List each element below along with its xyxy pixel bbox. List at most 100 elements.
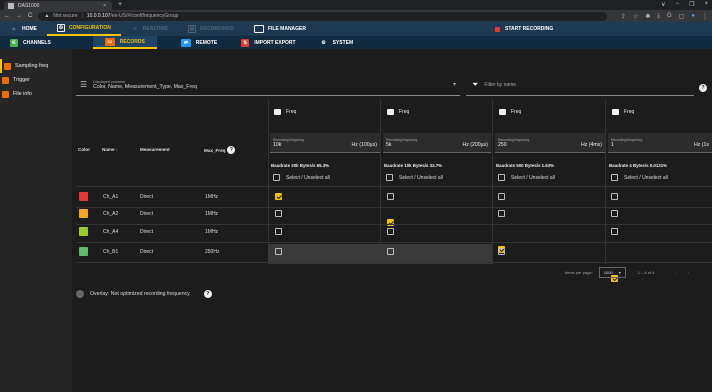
filter-field[interactable]: ⏷ Filter by name: [466, 74, 694, 96]
tab-favicon: [8, 2, 14, 9]
channel-freq-checkbox[interactable]: [387, 193, 394, 200]
download-icon[interactable]: ⤓: [657, 13, 660, 20]
channel-freq-checkbox[interactable]: [275, 193, 282, 200]
menu-icon[interactable]: ⋮: [702, 13, 708, 20]
maximize-button[interactable]: ❐: [689, 1, 694, 8]
back-icon[interactable]: ←: [4, 13, 10, 19]
google-icon[interactable]: G: [667, 13, 672, 20]
channel-color-swatch[interactable]: [79, 209, 88, 218]
reload-icon[interactable]: C: [28, 13, 32, 19]
browser-tab[interactable]: DAS1000 ×: [4, 1, 112, 10]
select-all-checkbox[interactable]: [498, 174, 505, 181]
channels-icon: ⚟: [10, 38, 18, 47]
freq-group-title: Freq: [274, 109, 296, 115]
channel-freq-checkbox[interactable]: [611, 228, 618, 235]
tab-channels[interactable]: ⚟ CHANNELS: [0, 36, 63, 49]
select-all-checkbox[interactable]: [273, 174, 280, 181]
channel-color-swatch[interactable]: [79, 247, 88, 256]
recording-frequency-field[interactable]: Recording frequency 10k Hz (100µs): [270, 133, 380, 153]
overlay-dot[interactable]: [76, 290, 84, 298]
recording-frequency-field[interactable]: Recording frequency 5k Hz (200µs): [383, 133, 491, 153]
sidebar-item-file-info[interactable]: File info: [0, 87, 72, 101]
next-page-icon[interactable]: ›: [688, 270, 689, 275]
tab-import-export[interactable]: ⇅ IMPORT EXPORT: [229, 36, 307, 49]
url-field[interactable]: ▲ Not secure | 10.0.0.107/en-US/#/conf/f…: [38, 11, 607, 21]
tab-search-icon[interactable]: ∨: [661, 1, 665, 8]
max-freq-help-icon[interactable]: ?: [227, 146, 236, 154]
select-all-label: Select / Unselect all: [511, 174, 555, 181]
header-name[interactable]: Name ↑: [102, 147, 118, 152]
config-sub-nav: ⚟ CHANNELS ▭ RECORDS ⇄ REMOTE ⇅ IMPORT E…: [0, 36, 712, 49]
channel-max-freq: 1MHz: [205, 211, 219, 217]
sidepanel-icon[interactable]: ▢: [679, 13, 685, 20]
freq-icon: [499, 109, 506, 115]
channel-color-swatch[interactable]: [79, 192, 88, 201]
items-per-page-select[interactable]: 1000 ▾: [598, 267, 626, 278]
nav-home-label: HOME: [22, 26, 37, 32]
select-all-toggle[interactable]: Select / Unselect all: [386, 174, 443, 181]
channel-freq-checkbox[interactable]: [611, 210, 618, 217]
overlay-help-icon[interactable]: ?: [203, 290, 212, 298]
nav-home[interactable]: ⌂ HOME: [0, 22, 47, 36]
minimize-button[interactable]: −: [676, 1, 680, 8]
nav-configuration-label: CONFIGURATION: [69, 25, 111, 31]
url-host: 10.0.0.107: [86, 13, 111, 19]
sidebar-item-sampling-freq[interactable]: Sampling freq: [0, 59, 72, 73]
select-all-checkbox[interactable]: [611, 174, 618, 181]
recording-frequency-field[interactable]: Recording frequency 1 Hz (1s: [608, 133, 712, 153]
sidebar-item-trigger[interactable]: Trigger: [0, 73, 72, 87]
header-measurement[interactable]: Measurement: [140, 147, 170, 152]
recording-frequency-value: 1: [611, 141, 614, 148]
displayed-columns-select[interactable]: ☰ Displayed columns Color, Name, Measure…: [76, 74, 460, 96]
start-recording-button[interactable]: START RECORDING: [495, 22, 553, 36]
prev-page-icon[interactable]: ‹: [674, 270, 675, 275]
nav-configuration[interactable]: ⚙ CONFIGURATION: [47, 22, 121, 36]
select-all-toggle[interactable]: Select / Unselect all: [498, 174, 555, 181]
close-window-button[interactable]: ×: [704, 1, 708, 8]
channel-freq-checkbox[interactable]: [275, 228, 282, 235]
star-icon[interactable]: ☆: [633, 13, 638, 20]
channel-measurement: Direct: [140, 249, 154, 255]
row-divider: [76, 207, 712, 208]
header-max-freq[interactable]: Max_Freq?: [204, 146, 236, 154]
tab-records[interactable]: ▭ RECORDS: [92, 36, 157, 49]
tab-close-icon[interactable]: ×: [103, 3, 106, 9]
nav-file-manager[interactable]: FILE MANAGER: [244, 22, 316, 36]
filter-input[interactable]: Filter by name: [484, 82, 516, 88]
help-icon[interactable]: ?: [699, 84, 707, 92]
channel-freq-checkbox[interactable]: [275, 248, 282, 255]
new-tab-button[interactable]: +: [118, 1, 122, 8]
select-all-checkbox[interactable]: [386, 174, 393, 181]
profile-icon[interactable]: ●: [691, 13, 695, 20]
channel-freq-checkbox[interactable]: [498, 210, 505, 217]
chevron-down-icon: ▾: [618, 270, 621, 275]
extensions-icon[interactable]: ✱: [645, 13, 650, 20]
channel-freq-checkbox[interactable]: [387, 248, 394, 255]
system-icon: ⚙: [321, 39, 326, 46]
channel-freq-checkbox[interactable]: [275, 210, 282, 217]
items-per-page-value: 1000: [603, 270, 613, 275]
channel-freq-checkbox[interactable]: [611, 193, 618, 200]
row-divider: [76, 224, 712, 225]
header-color[interactable]: Color: [78, 147, 90, 152]
tab-system[interactable]: ⚙ SYSTEM: [308, 36, 366, 49]
recording-frequency-field[interactable]: Recording frequency 250 Hz (4ms): [495, 133, 605, 153]
nav-recordings[interactable]: ▤ RECORDINGS: [178, 22, 244, 36]
channel-color-swatch[interactable]: [79, 227, 88, 236]
tab-remote[interactable]: ⇄ REMOTE: [169, 36, 229, 49]
tab-title: DAS1000: [18, 2, 40, 9]
channel-freq-checkbox[interactable]: [387, 228, 394, 235]
channel-freq-checkbox[interactable]: [498, 248, 505, 255]
select-all-toggle[interactable]: Select / Unselect all: [273, 174, 330, 181]
forward-icon[interactable]: →: [16, 13, 22, 19]
share-icon[interactable]: ⇪: [621, 13, 626, 20]
nav-file-manager-label: FILE MANAGER: [267, 26, 307, 32]
select-all-toggle[interactable]: Select / Unselect all: [611, 174, 668, 181]
channel-freq-checkbox[interactable]: [498, 193, 505, 200]
row-hover-highlight: [268, 244, 492, 264]
row-divider: [76, 262, 712, 263]
overlay-toggle[interactable]: Overlay: Not optimized recording frequen…: [76, 290, 212, 298]
nav-realtime[interactable]: ∿ REALTIME: [121, 22, 178, 36]
nav-recordings-label: RECORDINGS: [200, 26, 234, 32]
channel-max-freq: 250Hz: [205, 249, 220, 255]
